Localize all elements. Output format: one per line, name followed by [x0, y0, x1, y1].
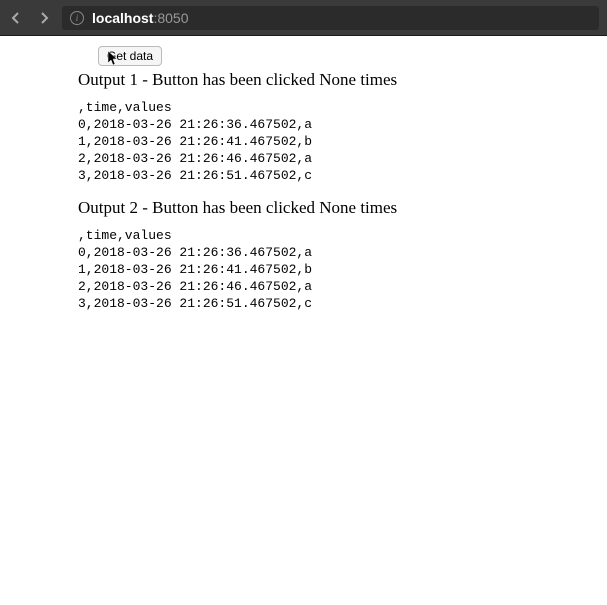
output-2-heading: Output 2 - Button has been clicked None …	[78, 198, 529, 218]
url-text: localhost:8050	[92, 10, 189, 26]
back-icon[interactable]	[8, 10, 24, 26]
output-1-heading: Output 1 - Button has been clicked None …	[78, 70, 529, 90]
browser-toolbar: i localhost:8050	[0, 0, 607, 35]
forward-icon[interactable]	[36, 10, 52, 26]
get-data-button[interactable]: Get data	[98, 46, 162, 66]
page-body: Get data Output 1 - Button has been clic…	[0, 36, 607, 337]
nav-arrows	[8, 10, 52, 26]
url-host: localhost	[92, 10, 153, 26]
url-port: :8050	[153, 10, 188, 26]
address-bar[interactable]: i localhost:8050	[62, 6, 599, 30]
output-1-csv: ,time,values 0,2018-03-26 21:26:36.46750…	[78, 100, 529, 184]
site-info-icon[interactable]: i	[70, 11, 84, 25]
output-2-csv: ,time,values 0,2018-03-26 21:26:36.46750…	[78, 228, 529, 312]
